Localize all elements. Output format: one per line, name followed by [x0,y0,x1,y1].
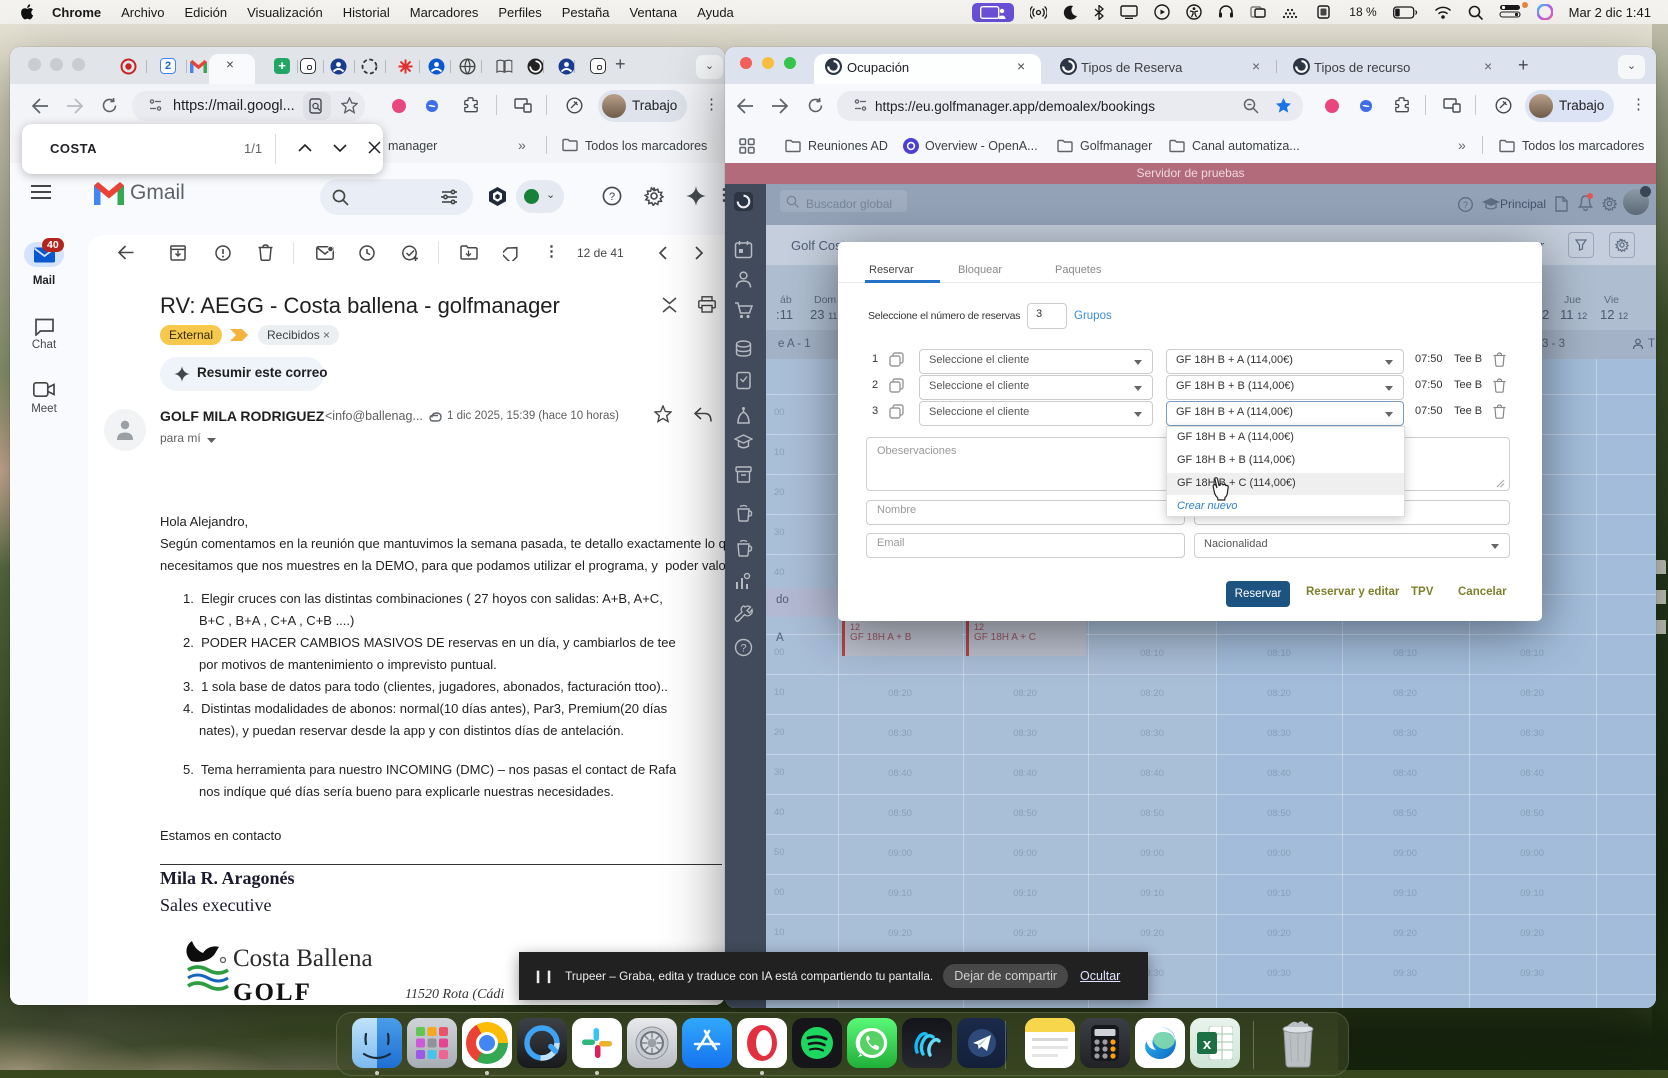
svg-text:?: ? [1463,200,1468,210]
svg-text:x: x [1203,1036,1212,1053]
svg-text:?: ? [740,643,746,655]
svg-text:?: ? [609,191,615,203]
